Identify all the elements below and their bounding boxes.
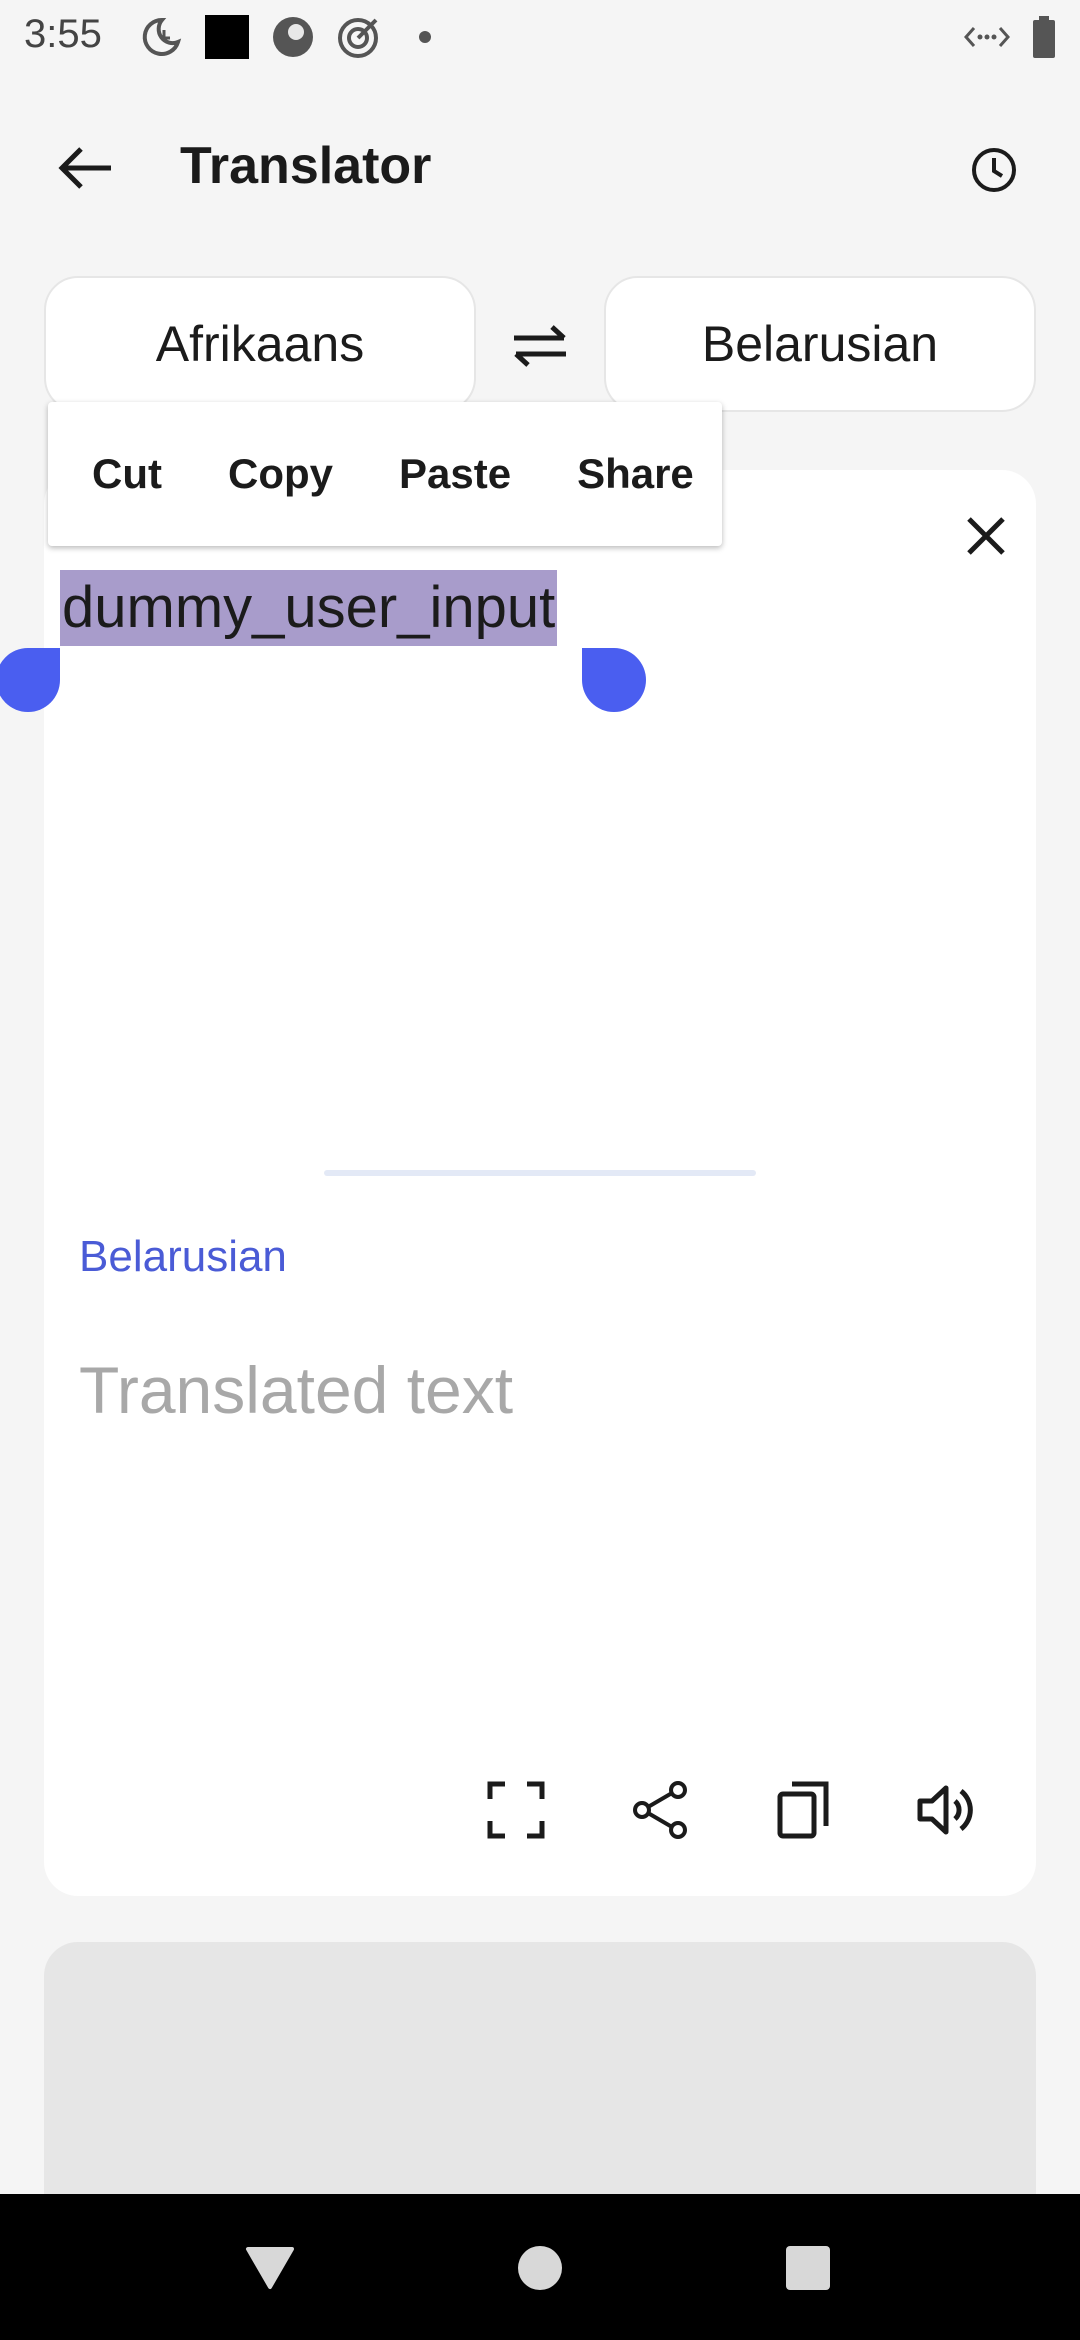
dot-icon xyxy=(402,14,448,60)
menu-cut[interactable]: Cut xyxy=(70,402,184,546)
source-language-label: Afrikaans xyxy=(155,316,365,372)
arrow-left-icon xyxy=(58,147,111,189)
nav-recents-button[interactable] xyxy=(770,2230,846,2306)
output-language-label: Belarusian xyxy=(79,1232,287,1281)
source-text-input[interactable]: dummy_user_input xyxy=(60,570,558,646)
data-saver-icon xyxy=(964,14,1010,60)
clock-icon xyxy=(972,148,1016,192)
record-icon xyxy=(270,14,316,60)
status-bar: 3:55 xyxy=(0,0,1080,72)
back-button[interactable] xyxy=(40,130,130,206)
history-button[interactable] xyxy=(954,130,1034,210)
black-square-icon xyxy=(204,14,250,60)
swap-arrows-icon xyxy=(514,325,566,367)
swap-languages-button[interactable] xyxy=(500,306,580,386)
selection-end-handle[interactable] xyxy=(582,648,646,712)
divider xyxy=(324,1170,756,1176)
battery-icon xyxy=(1024,14,1064,60)
translation-card xyxy=(44,470,1036,1896)
page-title: Translator xyxy=(180,137,432,195)
copy-button[interactable] xyxy=(762,1768,846,1852)
target-icon xyxy=(336,14,382,60)
back-triangle-icon xyxy=(246,2247,294,2289)
menu-share[interactable]: Share xyxy=(555,402,716,546)
share-icon xyxy=(633,1781,687,1839)
nav-back-button[interactable] xyxy=(232,2230,308,2306)
moon-clock-icon xyxy=(138,14,184,60)
copy-icon xyxy=(777,1781,829,1839)
menu-copy[interactable]: Copy xyxy=(206,402,355,546)
recents-square-icon xyxy=(786,2246,830,2290)
text-selection-menu: Cut Copy Paste Share xyxy=(48,402,722,546)
nav-home-button[interactable] xyxy=(502,2230,578,2306)
clear-input-button[interactable] xyxy=(950,500,1022,572)
home-circle-icon xyxy=(518,2246,562,2290)
speak-button[interactable] xyxy=(904,1768,988,1852)
share-button[interactable] xyxy=(618,1768,702,1852)
fullscreen-button[interactable] xyxy=(474,1768,558,1852)
menu-paste[interactable]: Paste xyxy=(377,402,533,546)
translated-text-output: Translated text xyxy=(79,1353,514,1427)
source-language-button[interactable]: Afrikaans xyxy=(44,276,476,412)
target-language-button[interactable]: Belarusian xyxy=(604,276,1036,412)
fullscreen-icon xyxy=(487,1781,545,1839)
bottom-panel xyxy=(44,1942,1036,2202)
close-icon xyxy=(967,517,1005,555)
status-time: 3:55 xyxy=(24,12,102,56)
speaker-icon xyxy=(917,1785,973,1835)
target-language-label: Belarusian xyxy=(701,316,939,372)
